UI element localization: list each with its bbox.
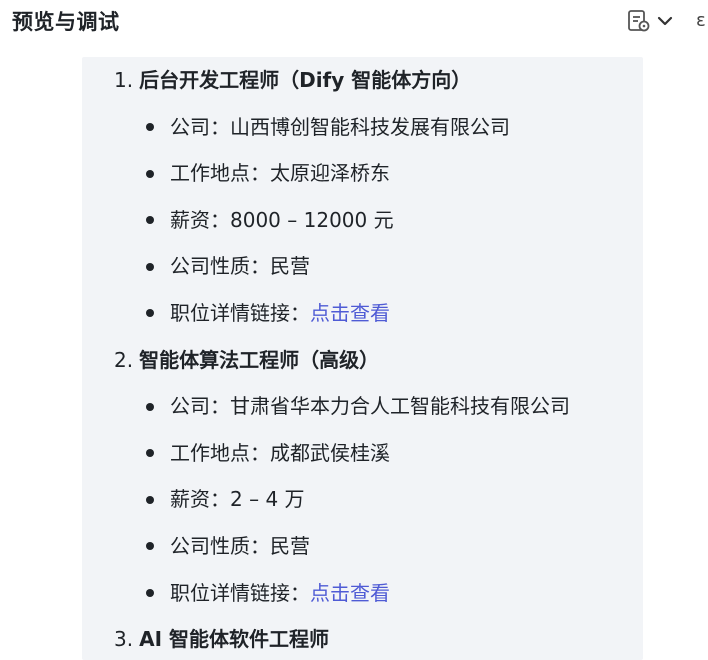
view-details-link[interactable]: 点击查看 xyxy=(310,581,390,605)
detail-label: 薪资： xyxy=(170,487,230,512)
job-list: 1. 后台开发工程师（Dify 智能体方向） 公司：山西博创智能科技发展有限公司 … xyxy=(82,57,643,660)
bullet-icon xyxy=(146,262,154,271)
preview-header: 预览与调试 ε xyxy=(0,0,708,44)
job-item: 2. 智能体算法工程师（高级） 公司：甘肃省华本力合人工智能科技有限公司 工作地点… xyxy=(82,337,643,617)
detail-value: 民营 xyxy=(270,533,310,558)
detail-label: 职位详情链接： xyxy=(170,300,310,325)
detail-value: 太原迎泽桥东 xyxy=(270,161,390,186)
job-number: 3. xyxy=(114,627,134,652)
detail-company-type: 公司性质：民营 xyxy=(82,243,643,290)
chevron-down-icon[interactable] xyxy=(656,12,674,30)
header-actions: ε xyxy=(626,8,708,34)
detail-value: 2 – 4 万 xyxy=(230,487,305,512)
detail-label: 公司： xyxy=(170,394,230,419)
job-details: 公司：山西博创智能科技发展有限公司 工作地点：太原迎泽桥东 薪资：8000 – … xyxy=(82,104,643,337)
detail-value: 山西博创智能科技发展有限公司 xyxy=(230,114,510,139)
job-title-text: 后台开发工程师（Dify 智能体方向） xyxy=(139,68,472,92)
detail-company: 公司：山西博创智能科技发展有限公司 xyxy=(82,104,643,151)
page-title: 预览与调试 xyxy=(12,10,120,34)
detail-label: 职位详情链接： xyxy=(170,580,310,605)
detail-salary: 薪资：8000 – 12000 元 xyxy=(82,197,643,244)
detail-job-link: 职位详情链接：点击查看 xyxy=(82,570,643,617)
bullet-icon xyxy=(146,216,154,225)
detail-label: 公司性质： xyxy=(170,533,270,558)
job-details: 公司：甘肃省华本力合人工智能科技有限公司 工作地点：成都武侯桂溪 薪资：2 – … xyxy=(82,383,643,616)
job-item: 1. 后台开发工程师（Dify 智能体方向） 公司：山西博创智能科技发展有限公司 … xyxy=(82,57,643,337)
job-number: 1. xyxy=(114,68,134,92)
job-title: 2. 智能体算法工程师（高级） xyxy=(82,337,643,384)
detail-label: 工作地点： xyxy=(170,161,270,186)
view-details-link[interactable]: 点击查看 xyxy=(310,301,390,325)
detail-value: 成都武侯桂溪 xyxy=(270,440,390,465)
job-title: 1. 后台开发工程师（Dify 智能体方向） xyxy=(82,57,643,104)
document-settings-icon[interactable] xyxy=(626,8,652,34)
response-panel: 1. 后台开发工程师（Dify 智能体方向） 公司：山西博创智能科技发展有限公司 … xyxy=(82,57,643,660)
detail-label: 工作地点： xyxy=(170,440,270,465)
detail-label: 公司性质： xyxy=(170,254,270,279)
job-title-text: 智能体算法工程师（高级） xyxy=(139,347,380,372)
bullet-icon xyxy=(146,169,154,178)
clipped-toolbar-glyph[interactable]: ε xyxy=(696,10,708,32)
bullet-icon xyxy=(146,402,154,411)
bullet-icon xyxy=(146,123,154,132)
bullet-icon xyxy=(146,542,154,551)
detail-location: 工作地点：成都武侯桂溪 xyxy=(82,430,643,477)
job-item: 3. AI 智能体软件工程师 xyxy=(82,616,643,660)
detail-label: 薪资： xyxy=(170,207,230,232)
detail-company: 公司：甘肃省华本力合人工智能科技有限公司 xyxy=(82,383,643,430)
detail-location: 工作地点：太原迎泽桥东 xyxy=(82,150,643,197)
bullet-icon xyxy=(146,495,154,504)
detail-company-type: 公司性质：民营 xyxy=(82,523,643,570)
job-number: 2. xyxy=(114,347,134,372)
detail-value: 民营 xyxy=(270,254,310,279)
detail-job-link: 职位详情链接：点击查看 xyxy=(82,290,643,337)
detail-salary: 薪资：2 – 4 万 xyxy=(82,476,643,523)
job-title-text: AI 智能体软件工程师 xyxy=(139,627,329,652)
bullet-icon xyxy=(146,589,154,598)
bullet-icon xyxy=(146,309,154,318)
job-title: 3. AI 智能体软件工程师 xyxy=(82,616,643,660)
bullet-icon xyxy=(146,449,154,458)
detail-value: 甘肃省华本力合人工智能科技有限公司 xyxy=(230,394,570,419)
detail-value: 8000 – 12000 元 xyxy=(230,207,394,232)
detail-label: 公司： xyxy=(170,114,230,139)
